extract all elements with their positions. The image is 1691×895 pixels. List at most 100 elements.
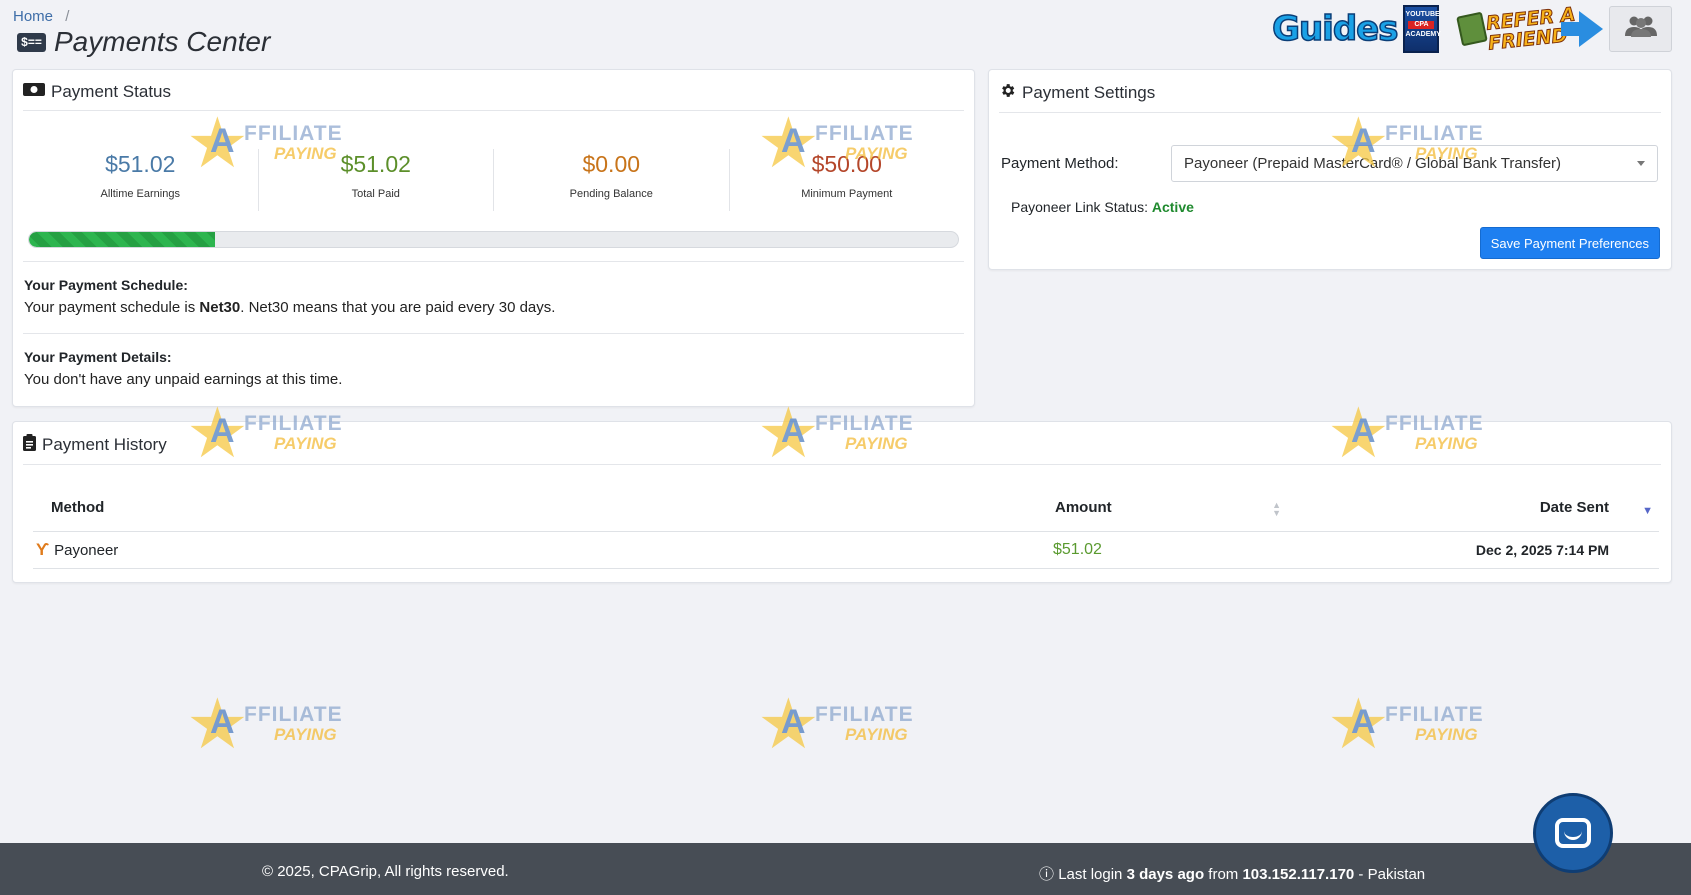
payment-settings-header: Payment Settings	[989, 70, 1671, 104]
schedule-term: Net30	[199, 299, 241, 316]
payment-details-title: Your Payment Details:	[24, 349, 172, 365]
divider	[999, 112, 1661, 113]
watermark-letter: A	[781, 703, 806, 741]
stat-value: $51.02	[105, 151, 176, 177]
stat-value: $50.00	[811, 151, 882, 177]
payment-method-value: Payoneer (Prepaid MasterCard® / Global B…	[1184, 155, 1562, 172]
watermark-line-1: FFILIATE	[244, 703, 343, 726]
stat-alltime-earnings: $51.02 Alltime Earnings	[23, 149, 259, 211]
stat-label: Alltime Earnings	[100, 188, 180, 200]
row-method-text: Payoneer	[54, 541, 119, 559]
login-ip: 103.152.117.170	[1242, 866, 1355, 883]
header-actions: Guides YOUTUBE CPA ACADEMY REFER A FRIEN…	[1271, 3, 1672, 55]
payment-schedule: Your Payment Schedule: Your payment sche…	[13, 262, 974, 316]
payment-status-title: Payment Status	[51, 82, 172, 101]
login-prefix: Last login	[1058, 866, 1127, 883]
cash-icon	[1456, 11, 1489, 47]
payment-settings-title: Payment Settings	[1022, 83, 1156, 102]
watermark-line-2: PAYING	[1415, 725, 1478, 744]
footer: © 2025, CPAGrip, All rights reserved. ⓘ …	[0, 843, 1691, 895]
payment-history-table: Method Amount ▲ ▼ Date Sent ▼ ϒ Payoneer …	[33, 499, 1659, 569]
users-button[interactable]	[1609, 6, 1672, 52]
link-status-label: Payoneer Link Status:	[1011, 199, 1148, 215]
payment-schedule-title: Your Payment Schedule:	[24, 277, 188, 293]
page-title-text: Payments Center	[54, 26, 271, 57]
book-line-1: YOUTUBE	[1405, 11, 1440, 18]
caret-down-icon	[1637, 161, 1645, 166]
row-method: ϒ Payoneer	[33, 540, 833, 560]
column-date-label: Date Sent	[1539, 499, 1609, 516]
table-header: Method Amount ▲ ▼ Date Sent ▼	[33, 499, 1659, 532]
login-country: - Pakistan	[1354, 866, 1426, 883]
watermark-logo: ★ A FFILIATE PAYING	[1327, 689, 1527, 759]
users-icon	[1624, 15, 1658, 43]
payment-settings-card: Payment Settings Payment Method: Payonee…	[988, 69, 1672, 270]
watermark-line-2: PAYING	[274, 725, 337, 744]
payment-stats: $51.02 Alltime Earnings $51.02 Total Pai…	[23, 149, 964, 211]
row-date: Dec 2, 2025 7:14 PM	[1475, 542, 1609, 558]
watermark-logo: ★ A FFILIATE PAYING	[757, 685, 957, 763]
money-icon	[23, 82, 45, 102]
row-amount: $51.02	[1053, 541, 1102, 558]
stat-minimum-payment: $50.00 Minimum Payment	[730, 149, 965, 211]
payment-status-card: Payment Status $51.02 Alltime Earnings $…	[12, 69, 975, 407]
column-amount-label: Amount	[1055, 499, 1112, 516]
login-when: 3 days ago	[1126, 866, 1205, 883]
link-status-value: Active	[1151, 199, 1194, 215]
footer-copyright: © 2025, CPAGrip, All rights reserved.	[262, 863, 509, 880]
payment-progress-bar	[28, 231, 959, 248]
table-row: ϒ Payoneer $51.02 Dec 2, 2025 7:14 PM	[33, 532, 1659, 569]
payment-details-text: You don't have any unpaid earnings at th…	[24, 371, 343, 388]
progress-fill	[29, 232, 215, 247]
sort-desc-icon: ▼	[1642, 505, 1653, 517]
watermark-letter: A	[1351, 703, 1376, 741]
column-amount[interactable]: Amount ▲ ▼	[833, 499, 1293, 518]
stat-total-paid: $51.02 Total Paid	[259, 149, 494, 211]
payment-method-select[interactable]: Payoneer (Prepaid MasterCard® / Global B…	[1171, 145, 1658, 182]
sort-icon: ▲ ▼	[1272, 500, 1281, 518]
column-date-sent[interactable]: Date Sent ▼	[1293, 499, 1659, 517]
watermark-letter: A	[210, 703, 235, 741]
info-icon: ⓘ	[1039, 866, 1055, 883]
schedule-prefix: Your payment schedule is	[24, 299, 200, 316]
footer-last-login: ⓘ Last login 3 days ago from 103.152.117…	[1039, 863, 1425, 884]
star-icon: ★	[757, 685, 820, 763]
breadcrumb-home-link[interactable]: Home	[13, 8, 53, 25]
page-title: $== Payments Center	[17, 26, 270, 58]
book-line-2: CPA	[1408, 21, 1435, 29]
cpa-academy-book-link[interactable]: YOUTUBE CPA ACADEMY	[1403, 5, 1441, 53]
payment-history-card: Payment History Method Amount ▲ ▼ Date Se…	[12, 421, 1672, 583]
arrow-right-icon	[1561, 11, 1603, 47]
payment-history-title: Payment History	[42, 435, 167, 454]
guides-banner-link[interactable]: Guides	[1271, 8, 1399, 50]
stat-pending-balance: $0.00 Pending Balance	[494, 149, 730, 211]
stat-value: $0.00	[582, 151, 641, 177]
chat-launcher-button[interactable]	[1533, 793, 1613, 873]
payment-status-header: Payment Status	[13, 70, 974, 102]
watermark-line-2: PAYING	[845, 725, 908, 744]
divider	[23, 110, 964, 111]
payoneer-link-status: Payoneer Link Status: Active	[1011, 199, 1671, 215]
payment-schedule-text: Your payment schedule is Net30. Net30 me…	[24, 299, 974, 316]
save-payment-preferences-button[interactable]: Save Payment Preferences	[1479, 227, 1660, 259]
stat-label: Total Paid	[351, 188, 400, 200]
book-line-3: ACADEMY	[1405, 31, 1441, 38]
stat-label: Pending Balance	[569, 188, 653, 200]
schedule-suffix: . Net30 means that you are paid every 30…	[240, 299, 556, 316]
breadcrumb-separator: /	[65, 8, 70, 25]
watermark-logo: ★ A FFILIATE PAYING	[186, 685, 386, 763]
payoneer-icon: ϒ	[36, 540, 50, 559]
payment-history-header: Payment History	[13, 422, 1671, 456]
payment-method-label: Payment Method:	[1001, 155, 1119, 172]
chat-icon	[1555, 818, 1591, 848]
clipboard-icon	[23, 434, 36, 456]
watermark-line-1: FFILIATE	[815, 703, 914, 726]
watermark-line-1: FFILIATE	[1385, 703, 1484, 726]
gear-icon	[999, 82, 1016, 104]
money-bill-icon: $==	[17, 32, 46, 52]
login-from: from	[1204, 866, 1243, 883]
payment-details: Your Payment Details: You don't have any…	[13, 334, 974, 388]
star-icon: ★	[186, 685, 249, 763]
column-method[interactable]: Method	[33, 499, 833, 516]
payment-method-row: Payment Method: Payoneer (Prepaid Master…	[989, 145, 1671, 182]
